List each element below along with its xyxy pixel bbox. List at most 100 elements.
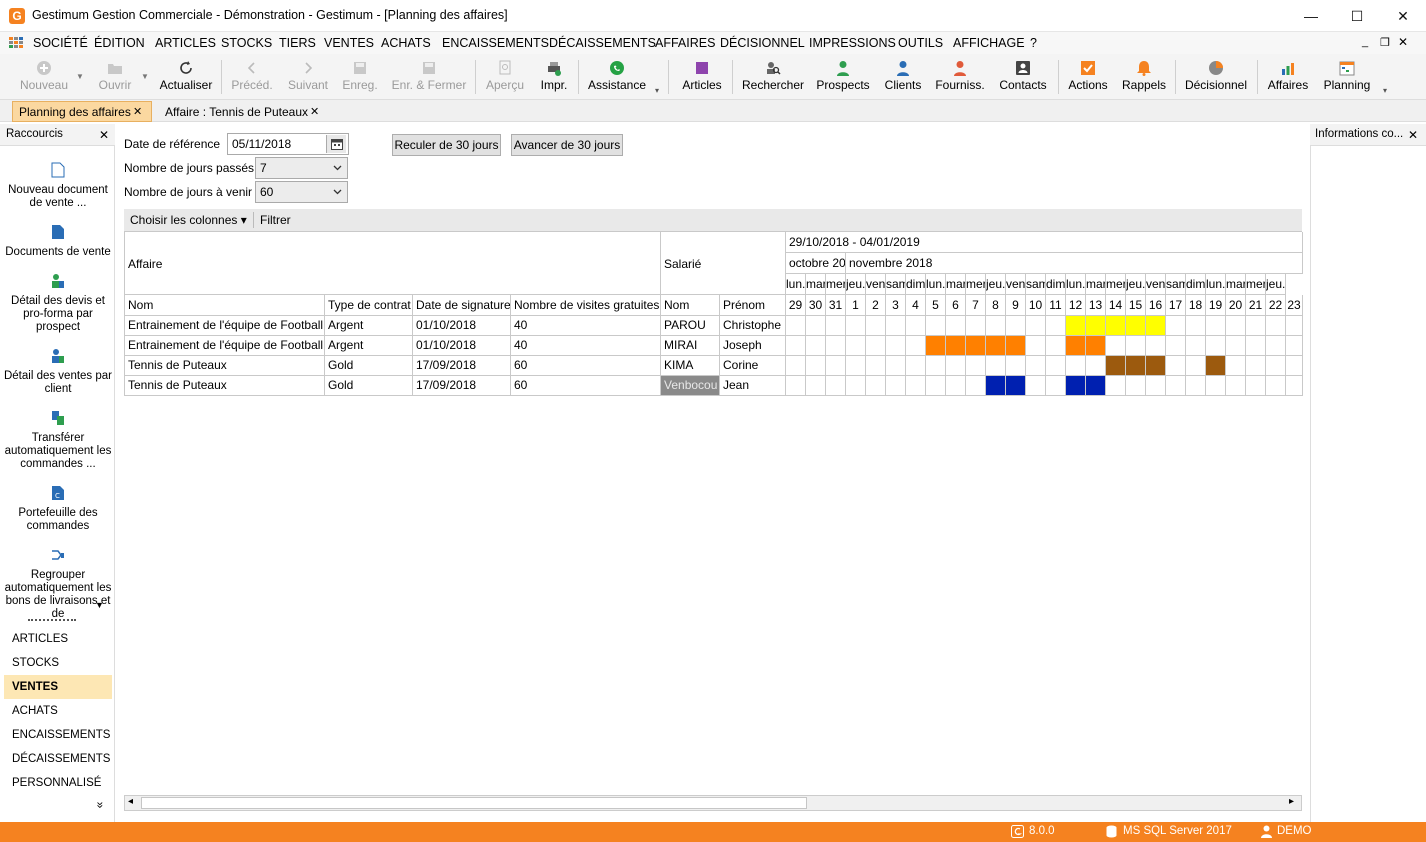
- choisir-colonnes-button[interactable]: Choisir les colonnes ▾: [130, 213, 247, 227]
- planning-cell-booked[interactable]: [1006, 336, 1026, 356]
- ouvrir-dropdown-icon[interactable]: ▼: [141, 72, 149, 81]
- menu-encaissements[interactable]: ENCAISSEMENTS: [442, 36, 549, 50]
- column-header-salarie-nom[interactable]: Nom: [661, 295, 720, 316]
- assistance-button[interactable]: Assistance: [585, 56, 649, 98]
- planning-cell[interactable]: [806, 376, 826, 396]
- calendar-button[interactable]: [326, 135, 346, 153]
- planning-cell[interactable]: [1266, 356, 1286, 376]
- sidebar-section-personnalise[interactable]: PERSONNALISÉ: [4, 771, 112, 795]
- cell-salarie-prenom[interactable]: Christophe: [720, 316, 786, 336]
- planning-cell[interactable]: [1246, 376, 1266, 396]
- planning-cell[interactable]: [826, 316, 846, 336]
- planning-cell[interactable]: [926, 316, 946, 336]
- imprimer-button[interactable]: Impr.: [536, 56, 572, 98]
- sidebar-section-articles[interactable]: ARTICLES: [4, 627, 112, 651]
- sidebar-more-icon[interactable]: »: [93, 802, 107, 809]
- planning-cell[interactable]: [866, 376, 886, 396]
- planning-cell[interactable]: [846, 316, 866, 336]
- planning-cell[interactable]: [946, 316, 966, 336]
- maximize-button[interactable]: ☐: [1334, 0, 1380, 32]
- planning-cell[interactable]: [1126, 376, 1146, 396]
- planning-cell[interactable]: [886, 376, 906, 396]
- cell-salarie-prenom[interactable]: Corine: [720, 356, 786, 376]
- actions-button[interactable]: Actions: [1064, 56, 1112, 98]
- menu-articles[interactable]: ARTICLES: [155, 36, 216, 50]
- planning-cell[interactable]: [1046, 376, 1066, 396]
- planning-cell[interactable]: [1066, 356, 1086, 376]
- filtrer-button[interactable]: Filtrer: [260, 213, 291, 227]
- planning-cell[interactable]: [1246, 356, 1266, 376]
- actualiser-button[interactable]: Actualiser: [156, 56, 216, 98]
- cell-nombre-visites[interactable]: 60: [511, 376, 661, 396]
- menu-impressions[interactable]: IMPRESSIONS: [809, 36, 896, 50]
- cell-affaire-nom[interactable]: Entrainement de l'équipe de Football: [125, 336, 325, 356]
- tab-affaire-tennis[interactable]: Affaire : Tennis de Puteaux ✕: [160, 101, 326, 122]
- planning-cell-booked[interactable]: [1086, 336, 1106, 356]
- planning-cell[interactable]: [1046, 336, 1066, 356]
- nouveau-dropdown-icon[interactable]: ▼: [76, 72, 84, 81]
- planning-cell[interactable]: [866, 356, 886, 376]
- sidebar-section-encaissements[interactable]: ENCAISSEMENTS: [4, 723, 112, 747]
- cell-salarie-prenom[interactable]: Jean: [720, 376, 786, 396]
- prospects-button[interactable]: Prospects: [813, 56, 873, 98]
- planning-cell[interactable]: [846, 356, 866, 376]
- cell-salarie-prenom[interactable]: Joseph: [720, 336, 786, 356]
- scroll-right-icon[interactable]: ▸: [1289, 796, 1294, 807]
- horizontal-scrollbar[interactable]: ◂ ▸: [124, 795, 1302, 811]
- sidebar-section-ventes[interactable]: VENTES: [4, 675, 112, 699]
- mdi-minimize-icon[interactable]: _: [1362, 36, 1368, 48]
- toolbar-overflow-icon[interactable]: ▾: [1383, 86, 1387, 95]
- column-header-nombre-visites[interactable]: Nombre de visites gratuites: [511, 295, 661, 316]
- planning-cell-booked[interactable]: [1146, 356, 1166, 376]
- shortcut-documents-vente[interactable]: Documents de vente: [2, 224, 114, 259]
- mdi-restore-icon[interactable]: ❐: [1380, 36, 1390, 49]
- toolbar-overflow-icon[interactable]: ▾: [655, 86, 659, 95]
- reculer-30-jours-button[interactable]: Reculer de 30 jours: [392, 134, 501, 156]
- enregistrer-fermer-button[interactable]: Enr. & Fermer: [388, 56, 470, 98]
- planning-cell[interactable]: [1186, 376, 1206, 396]
- nouveau-button[interactable]: Nouveau: [14, 56, 74, 98]
- cell-nombre-visites[interactable]: 40: [511, 316, 661, 336]
- shortcut-transferer-commandes[interactable]: Transférer automatiquement les commandes…: [2, 410, 114, 471]
- planning-cell[interactable]: [1266, 316, 1286, 336]
- cell-affaire-nom[interactable]: Tennis de Puteaux: [125, 376, 325, 396]
- planning-cell[interactable]: [1286, 316, 1303, 336]
- planning-cell[interactable]: [1206, 376, 1226, 396]
- menu-tiers[interactable]: TIERS: [279, 36, 316, 50]
- planning-cell[interactable]: [1146, 336, 1166, 356]
- planning-cell[interactable]: [1026, 316, 1046, 336]
- planning-cell[interactable]: [1226, 336, 1246, 356]
- cell-date-signature[interactable]: 01/10/2018: [413, 336, 511, 356]
- planning-cell[interactable]: [1266, 336, 1286, 356]
- menu-decaissements[interactable]: DÉCAISSEMENTS: [549, 36, 656, 50]
- close-button[interactable]: ✕: [1380, 0, 1426, 32]
- planning-cell[interactable]: [906, 336, 926, 356]
- shortcut-portefeuille-commandes[interactable]: C Portefeuille des commandes: [2, 485, 114, 533]
- informations-panel-close-icon[interactable]: ✕: [1408, 128, 1418, 142]
- rappels-button[interactable]: Rappels: [1120, 56, 1168, 98]
- planning-cell[interactable]: [1286, 336, 1303, 356]
- planning-cell[interactable]: [826, 376, 846, 396]
- planning-cell[interactable]: [1226, 356, 1246, 376]
- planning-cell[interactable]: [786, 316, 806, 336]
- suivant-button[interactable]: Suivant: [282, 56, 334, 98]
- decisionnel-button[interactable]: Décisionnel: [1182, 56, 1250, 98]
- affaires-button[interactable]: Affaires: [1263, 56, 1313, 98]
- shortcut-detail-devis[interactable]: Détail des devis et pro-forma par prospe…: [2, 273, 114, 334]
- planning-cell-booked[interactable]: [966, 336, 986, 356]
- menu-decisionnel[interactable]: DÉCISIONNEL: [720, 36, 805, 50]
- column-header-nom[interactable]: Nom: [125, 295, 325, 316]
- planning-cell[interactable]: [946, 376, 966, 396]
- planning-cell-booked[interactable]: [1086, 316, 1106, 336]
- planning-cell[interactable]: [1266, 376, 1286, 396]
- planning-cell-booked[interactable]: [946, 336, 966, 356]
- planning-cell[interactable]: [1206, 336, 1226, 356]
- tab-close-icon[interactable]: ✕: [133, 105, 142, 118]
- planning-cell[interactable]: [966, 316, 986, 336]
- clients-button[interactable]: Clients: [880, 56, 926, 98]
- planning-cell[interactable]: [886, 316, 906, 336]
- planning-cell[interactable]: [1166, 336, 1186, 356]
- menu-outils[interactable]: OUTILS: [898, 36, 943, 50]
- planning-cell[interactable]: [1286, 356, 1303, 376]
- apercu-button[interactable]: Aperçu: [482, 56, 528, 98]
